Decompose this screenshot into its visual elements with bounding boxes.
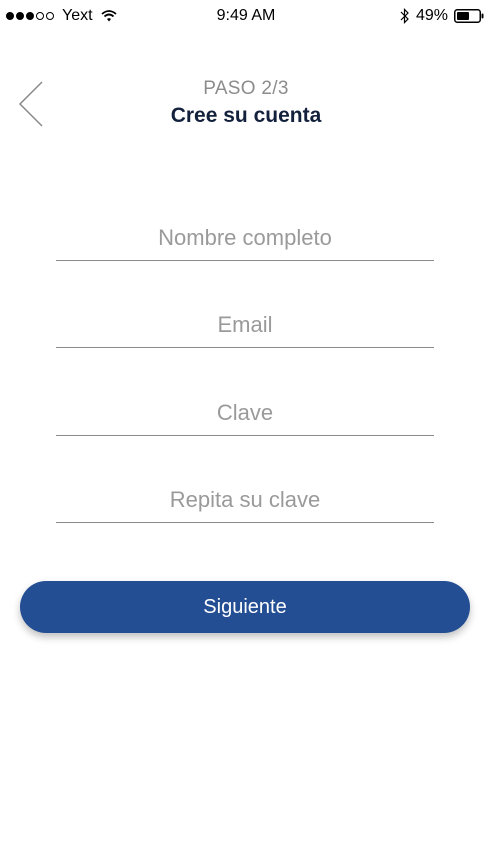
next-button[interactable]: Siguiente [20,581,470,633]
battery-icon [454,9,484,23]
password-field-container [56,391,434,436]
status-right: 49% [400,7,484,25]
password-input[interactable] [56,391,434,435]
step-indicator: PASO 2/3 [203,78,289,99]
repeat-password-input[interactable] [56,478,434,522]
email-input[interactable] [56,303,434,347]
page-title: Cree su cuenta [170,104,322,127]
email-field-container [56,303,434,348]
full-name-input[interactable] [56,216,434,260]
status-bar: Yext 9:49 AM 49% [0,0,492,36]
battery-percentage: 49% [415,7,448,24]
repeat-password-field-container [56,478,434,523]
bluetooth-icon [400,8,409,24]
full-name-field-container [56,216,434,261]
